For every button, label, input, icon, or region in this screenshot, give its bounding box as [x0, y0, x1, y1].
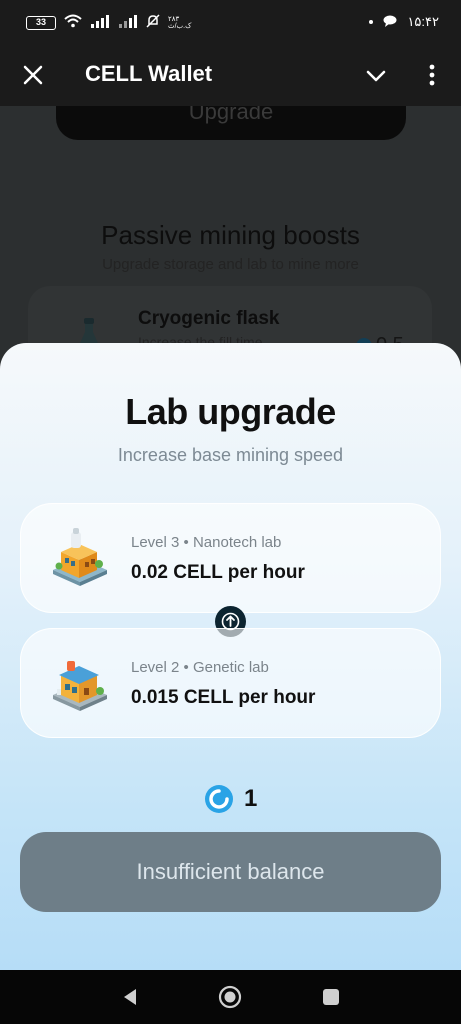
close-button[interactable]	[18, 60, 48, 90]
notification-dot	[369, 20, 374, 24]
background-section-title: Passive mining boosts	[101, 220, 360, 250]
battery-level: 33	[35, 16, 46, 27]
data-speed: ۲۸۳ ک.ب/ث	[168, 15, 192, 30]
genetic-lab-icon	[49, 651, 111, 713]
nav-back-button[interactable]	[120, 986, 140, 1008]
sheet-subtitle: Increase base mining speed	[117, 445, 344, 465]
sheet-title: Lab upgrade	[125, 391, 336, 432]
cell-coin-icon	[205, 785, 233, 813]
app-title: CELL Wallet	[85, 61, 213, 86]
clock: ۱۵:۴۲	[407, 14, 439, 29]
chevron-down-icon	[366, 70, 386, 82]
mute-icon	[146, 14, 160, 31]
more-vertical-icon	[429, 64, 435, 86]
recents-square-icon	[323, 989, 339, 1005]
system-nav-bar	[0, 970, 461, 1024]
status-bar: 33 ۲۸۳ ک.ب/ث ۱۵:۴۲	[0, 0, 461, 48]
nanotech-lab-icon	[49, 526, 111, 588]
next-level-card: Level 3 • Nanotech lab 0.02 CELL per hou…	[20, 503, 441, 613]
next-level-label: Level 3 • Nanotech lab	[131, 534, 282, 551]
collapse-button[interactable]	[362, 62, 390, 90]
battery-icon: 33	[26, 15, 56, 30]
signal-icon	[90, 14, 110, 31]
app-header: CELL Wallet	[0, 48, 461, 106]
nav-recents-button[interactable]	[322, 988, 340, 1006]
upgrade-price: 1	[204, 784, 257, 814]
home-circle-icon	[218, 985, 242, 1009]
current-level-card: Level 2 • Genetic lab 0.015 CELL per hou…	[20, 628, 441, 738]
background-section-subtitle: Upgrade storage and lab to mine more	[102, 256, 359, 273]
current-level-rate: 0.015 CELL per hour	[131, 687, 316, 708]
lab-upgrade-sheet: Lab upgrade Increase base mining speed L	[0, 343, 461, 970]
background-item-title: Cryogenic flask	[138, 308, 280, 329]
nav-home-button[interactable]	[218, 985, 242, 1009]
background-upgrade-button: Upgrade	[56, 106, 406, 140]
close-icon	[23, 65, 43, 85]
price-value: 1	[244, 785, 258, 812]
insufficient-balance-button[interactable]: Insufficient balance	[20, 832, 441, 912]
next-level-rate: 0.02 CELL per hour	[131, 562, 305, 583]
more-menu-button[interactable]	[420, 60, 444, 90]
back-triangle-icon	[124, 989, 136, 1005]
wifi-icon	[64, 14, 82, 31]
current-level-label: Level 2 • Genetic lab	[131, 659, 269, 676]
chat-icon	[383, 15, 397, 30]
signal-2-icon	[118, 14, 138, 31]
